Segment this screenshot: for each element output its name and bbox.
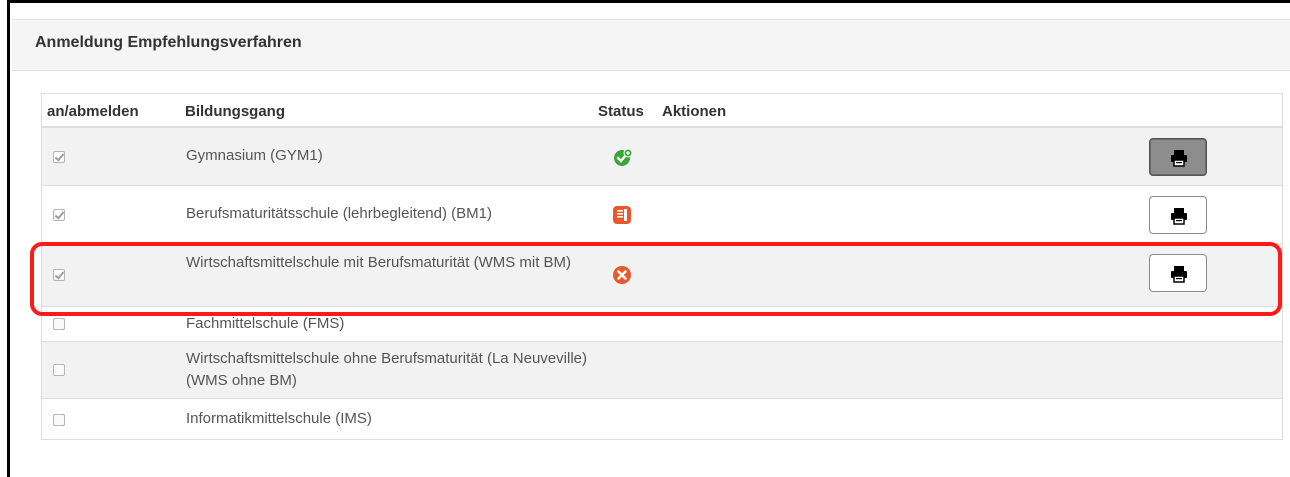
printer-icon bbox=[1171, 150, 1187, 167]
table-row: Wirtschaftsmittelschule ohne Berufsmatur… bbox=[42, 342, 1282, 399]
table-row: Gymnasium (GYM1) bbox=[42, 128, 1282, 186]
header-register: an/abmelden bbox=[47, 103, 139, 120]
table-header: an/abmelden Bildungsgang Status Aktionen bbox=[42, 93, 1282, 128]
register-checkbox[interactable] bbox=[53, 414, 65, 426]
header-actions: Aktionen bbox=[662, 103, 727, 120]
register-checkbox[interactable] bbox=[53, 151, 65, 163]
course-name: Gymnasium (GYM1) bbox=[186, 147, 323, 164]
course-name: Fachmittelschule (FMS) bbox=[186, 315, 345, 332]
printer-icon bbox=[1171, 208, 1187, 225]
header-course: Bildungsgang bbox=[185, 103, 285, 120]
panel-header: Anmeldung Empfehlungsverfahren bbox=[12, 19, 1290, 71]
register-checkbox[interactable] bbox=[53, 364, 65, 376]
register-checkbox[interactable] bbox=[53, 318, 65, 330]
header-status: Status bbox=[598, 103, 644, 120]
print-button[interactable] bbox=[1149, 138, 1207, 176]
registration-panel: Anmeldung Empfehlungsverfahren an/abmeld… bbox=[12, 3, 1290, 477]
table-row: Berufsmaturitätsschule (lehrbegleitend) … bbox=[42, 186, 1282, 244]
check-plus-icon bbox=[613, 148, 633, 166]
window-border-left bbox=[7, 0, 10, 477]
register-checkbox[interactable] bbox=[53, 209, 65, 221]
course-name: Wirtschaftsmittelschule ohne Berufsmatur… bbox=[186, 350, 587, 389]
print-button[interactable] bbox=[1149, 196, 1207, 234]
course-name: Berufsmaturitätsschule (lehrbegleitend) … bbox=[186, 205, 492, 222]
course-name: Informatikmittelschule (IMS) bbox=[186, 410, 372, 427]
panel-title: Anmeldung Empfehlungsverfahren bbox=[35, 34, 302, 51]
document-icon bbox=[613, 206, 631, 224]
table-row: Informatikmittelschule (IMS) bbox=[42, 399, 1282, 440]
highlight-annotation bbox=[30, 242, 1282, 316]
